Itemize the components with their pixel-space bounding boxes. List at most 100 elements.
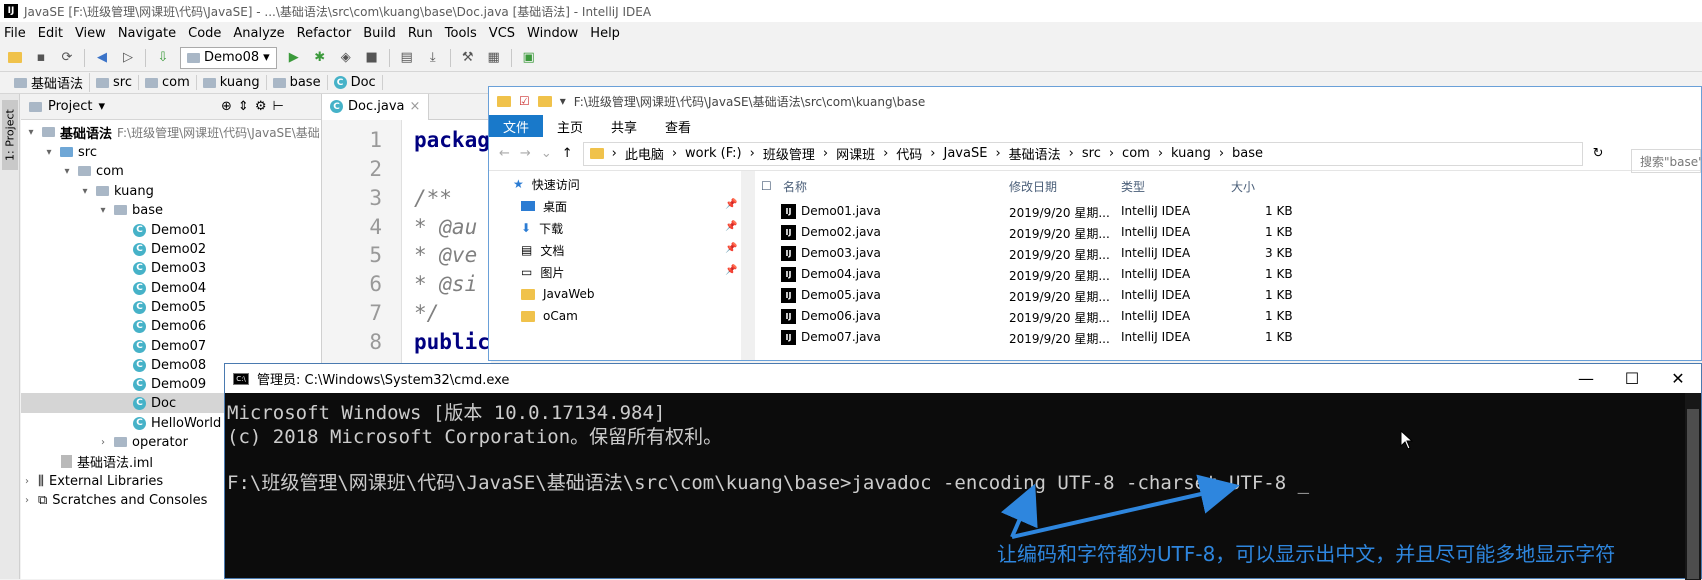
tree-node-class[interactable]: C Demo03 [133, 258, 206, 278]
save-icon[interactable]: ▪ [32, 49, 50, 67]
file-row[interactable]: IJ Demo07.java 2019/9/20 星期... IntelliJ … [755, 327, 1655, 348]
refresh-icon[interactable]: ↻ [1593, 146, 1604, 161]
back-arrow-icon[interactable]: ◀ [93, 49, 111, 67]
nav-desktop[interactable]: 桌面 [521, 195, 567, 217]
back-arrow-icon[interactable]: ← [499, 146, 510, 161]
tree-node-class[interactable]: C Demo07 [133, 336, 206, 356]
maximize-icon[interactable]: ☐ [1609, 364, 1655, 393]
tree-node-com[interactable]: ▾ com [61, 161, 123, 181]
sync-icon[interactable]: ⟳ [58, 49, 76, 67]
addr-segment[interactable]: 班级管理 [763, 144, 815, 163]
file-row[interactable]: IJ Demo03.java 2019/9/20 星期... IntelliJ … [755, 243, 1655, 264]
addr-segment[interactable]: 此电脑 [625, 144, 664, 163]
menu-analyze[interactable]: Analyze [233, 26, 284, 41]
new-folder-icon[interactable] [537, 95, 552, 107]
nav-scrollbar[interactable] [741, 171, 755, 360]
code-line[interactable]: public [414, 330, 490, 354]
code-line[interactable]: /** [414, 186, 452, 210]
code-line[interactable]: * @ve [414, 243, 477, 267]
chevron-right-icon[interactable]: › [97, 437, 109, 448]
project-view-select[interactable]: Project [48, 99, 92, 114]
forward-arrow-icon[interactable]: → [520, 146, 531, 161]
nav-ocam[interactable]: oCam [521, 305, 578, 327]
code-line[interactable]: */ [414, 301, 439, 325]
cmd-scrollbar[interactable] [1685, 393, 1701, 580]
tab-doc-java[interactable]: C Doc.java × [322, 93, 430, 120]
pin-icon[interactable]: 📌 [725, 265, 737, 276]
breadcrumb-item[interactable]: com [139, 75, 197, 90]
addr-segment[interactable]: 基础语法 [1009, 144, 1061, 163]
chevron-down-icon[interactable]: ▾ [97, 205, 109, 216]
menu-file[interactable]: File [4, 26, 26, 41]
gear-icon[interactable]: ⚙ [255, 99, 267, 114]
build-icon[interactable]: ⇩ [154, 49, 172, 67]
breadcrumb-item[interactable]: C Doc [328, 75, 383, 90]
chevron-down-icon[interactable]: ▾ [61, 166, 73, 177]
vcs-commit-icon[interactable]: ⤓ [424, 49, 442, 67]
vcs-update-icon[interactable]: ▤ [398, 49, 416, 67]
up-arrow-icon[interactable]: ↑ [562, 146, 573, 161]
tree-node-class[interactable]: C HelloWorld [133, 413, 221, 433]
addr-segment[interactable]: src [1082, 146, 1101, 161]
breadcrumb-item[interactable]: src [90, 75, 139, 90]
tree-node-class[interactable]: C Demo02 [133, 239, 206, 259]
code-line[interactable]: * @si [414, 272, 477, 296]
breadcrumb-item[interactable]: base [267, 75, 328, 90]
chevron-down-icon[interactable]: ▾ [560, 94, 566, 108]
addr-segment[interactable]: kuang [1171, 146, 1211, 161]
addr-segment[interactable]: 网课班 [836, 144, 875, 163]
pin-icon[interactable]: 📌 [725, 221, 737, 232]
tree-node-module[interactable]: ▾ 基础语法 F:\班级管理\网课班\代码\JavaSE\基础 [25, 122, 319, 142]
file-row[interactable]: IJ Demo02.java 2019/9/20 星期... IntelliJ … [755, 222, 1655, 243]
tab-share[interactable]: 共享 [597, 115, 651, 137]
nav-downloads[interactable]: ⬇ 下载 [521, 217, 563, 239]
close-icon[interactable]: ✕ [1655, 364, 1701, 393]
debug-icon[interactable]: ✱ [311, 49, 329, 67]
search-input[interactable]: 搜索"base" [1631, 149, 1701, 173]
breadcrumb-item[interactable]: 基础语法 [8, 73, 91, 92]
tree-node-class[interactable]: C Demo08 [133, 355, 206, 375]
addr-segment[interactable]: 代码 [896, 144, 922, 163]
column-size[interactable]: 大小 [1231, 171, 1255, 201]
chevron-down-icon[interactable]: ▾ [25, 127, 37, 138]
nav-javaweb[interactable]: JavaWeb [521, 283, 595, 305]
file-row[interactable]: IJ Demo01.java 2019/9/20 星期... IntelliJ … [755, 201, 1655, 222]
tree-node-class[interactable]: C Demo04 [133, 278, 206, 298]
chevron-down-icon[interactable]: ▾ [98, 99, 105, 114]
chevron-down-icon[interactable]: ⌄ [541, 146, 552, 161]
breadcrumb-item[interactable]: kuang [197, 75, 267, 90]
pin-icon[interactable]: 📌 [725, 199, 737, 210]
properties-icon[interactable]: ☑ [519, 94, 530, 108]
chevron-right-icon[interactable]: › [21, 476, 33, 487]
hide-icon[interactable]: ⊢ [272, 99, 283, 114]
addr-segment[interactable]: work (F:) [685, 146, 742, 161]
tree-node-class[interactable]: C Demo05 [133, 297, 206, 317]
column-name[interactable]: 名称 [783, 171, 807, 201]
menu-refactor[interactable]: Refactor [297, 26, 352, 41]
run-icon[interactable]: ▶ [285, 49, 303, 67]
address-input[interactable]: › 此电脑 › work (F:) › 班级管理 › 网课班 › 代码 › JavaSE ›… [582, 141, 1583, 166]
tab-file[interactable]: 文件 [489, 115, 544, 137]
menu-code[interactable]: Code [188, 26, 221, 41]
file-row[interactable]: IJ Demo06.java 2019/9/20 星期... IntelliJ … [755, 306, 1655, 327]
nav-documents[interactable]: ▤ 文档 [521, 239, 564, 261]
chevron-down-icon[interactable]: ▾ [79, 186, 91, 197]
code-line[interactable]: packag [414, 128, 490, 152]
tree-node-kuang[interactable]: ▾ kuang [79, 181, 153, 201]
tree-node-external-libraries[interactable]: › ⫼ External Libraries [21, 471, 163, 491]
nav-quick-access[interactable]: ★ 快速访问 [513, 173, 580, 195]
minimize-icon[interactable]: — [1563, 364, 1609, 393]
collapse-icon[interactable]: ⇕ [238, 99, 249, 114]
settings-wrench-icon[interactable]: ⚒ [459, 49, 477, 67]
chevron-right-icon[interactable]: › [21, 495, 33, 506]
column-type[interactable]: 类型 [1121, 171, 1145, 201]
tab-view[interactable]: 查看 [651, 115, 705, 137]
tree-node-operator[interactable]: › operator [97, 432, 188, 452]
tree-node-iml[interactable]: 基础语法.iml [61, 451, 153, 471]
tree-node-scratches[interactable]: › ⧉ Scratches and Consoles [21, 490, 207, 510]
nav-pictures[interactable]: ▭ 图片 [521, 261, 564, 283]
chevron-down-icon[interactable]: ▾ [43, 147, 55, 158]
tree-node-class[interactable]: C Demo06 [133, 316, 206, 336]
tree-node-base[interactable]: ▾ base [97, 200, 163, 220]
stop-icon[interactable]: ■ [363, 49, 381, 67]
